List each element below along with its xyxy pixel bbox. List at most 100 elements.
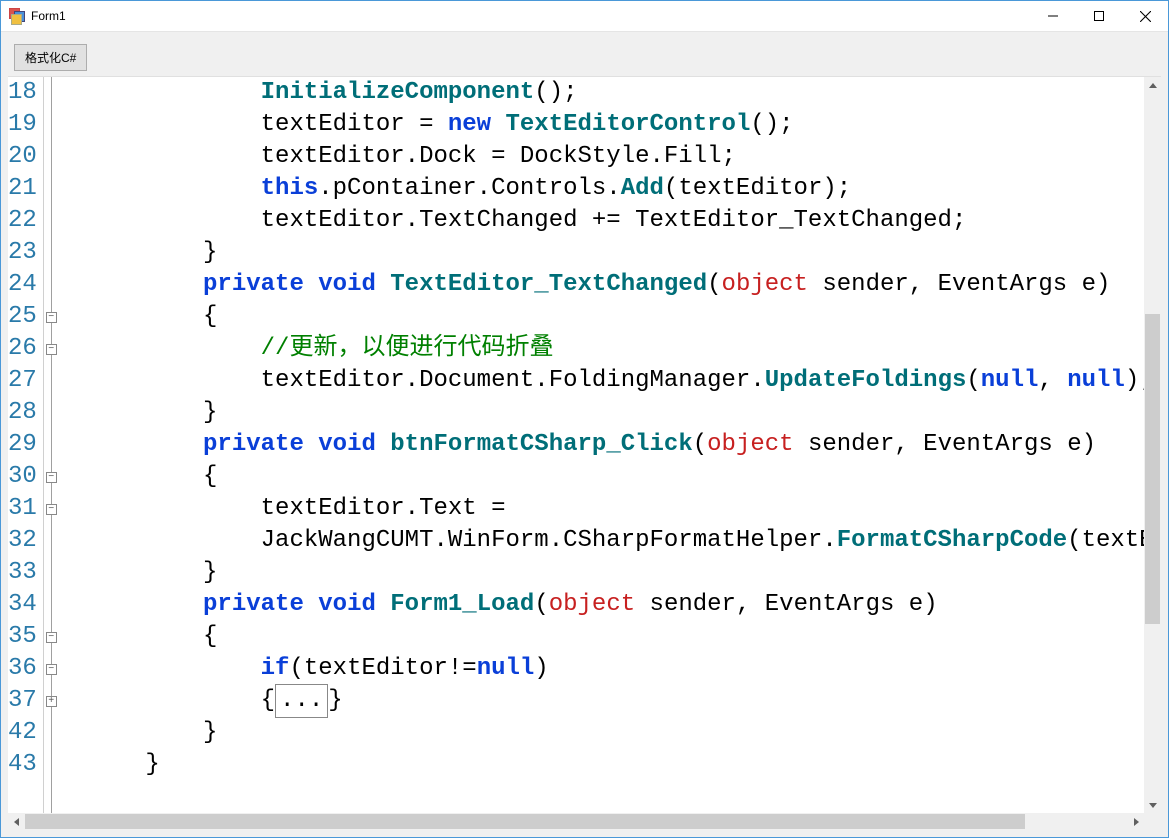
code-token: FormatCSharpCode bbox=[837, 525, 1067, 557]
code-token: private bbox=[203, 589, 304, 621]
fold-marker[interactable]: − bbox=[46, 344, 57, 355]
app-icon bbox=[9, 8, 25, 24]
line-number: 22 bbox=[8, 205, 37, 237]
code-token bbox=[491, 109, 505, 141]
code-token: private bbox=[203, 429, 304, 461]
code-line[interactable]: textEditor.Text = bbox=[88, 493, 1161, 525]
code-token: TextEditor_TextChanged bbox=[390, 269, 707, 301]
fold-marker[interactable]: − bbox=[46, 664, 57, 675]
line-number: 29 bbox=[8, 429, 37, 461]
code-token bbox=[376, 589, 390, 621]
code-editor[interactable]: 1819202122232425262728293031323334353637… bbox=[8, 77, 1161, 830]
line-number: 26 bbox=[8, 333, 37, 365]
line-number: 27 bbox=[8, 365, 37, 397]
code-token bbox=[304, 269, 318, 301]
code-line[interactable]: } bbox=[88, 717, 1161, 749]
code-token: } bbox=[203, 717, 217, 749]
code-token: InitializeComponent bbox=[261, 77, 535, 109]
fold-marker[interactable]: − bbox=[46, 472, 57, 483]
code-line[interactable]: InitializeComponent(); bbox=[88, 77, 1161, 109]
code-line[interactable]: } bbox=[88, 397, 1161, 429]
editor-container: 1819202122232425262728293031323334353637… bbox=[8, 77, 1161, 830]
close-button[interactable] bbox=[1122, 1, 1168, 31]
line-number: 32 bbox=[8, 525, 37, 557]
line-number: 25 bbox=[8, 301, 37, 333]
code-token: sender, EventArgs e) bbox=[808, 269, 1110, 301]
line-number: 24 bbox=[8, 269, 37, 301]
code-token: } bbox=[203, 557, 217, 589]
scroll-corner bbox=[1144, 813, 1161, 830]
scroll-down-arrow[interactable] bbox=[1144, 796, 1161, 813]
code-token: Form1_Load bbox=[390, 589, 534, 621]
horizontal-scroll-thumb[interactable] bbox=[25, 814, 1025, 829]
minimize-button[interactable] bbox=[1030, 1, 1076, 31]
code-token: (textEditor); bbox=[664, 173, 851, 205]
fold-marker[interactable]: − bbox=[46, 312, 57, 323]
maximize-button[interactable] bbox=[1076, 1, 1122, 31]
code-token: sender, EventArgs e) bbox=[635, 589, 937, 621]
code-line[interactable]: { bbox=[88, 461, 1161, 493]
code-line[interactable]: private void TextEditor_TextChanged(obje… bbox=[88, 269, 1161, 301]
vertical-scrollbar[interactable] bbox=[1144, 77, 1161, 813]
code-token: UpdateFoldings bbox=[765, 365, 967, 397]
code-token: this bbox=[261, 173, 319, 205]
line-number: 35 bbox=[8, 621, 37, 653]
fold-marker[interactable]: − bbox=[46, 632, 57, 643]
code-line[interactable]: } bbox=[88, 749, 1161, 781]
code-token: , bbox=[1038, 365, 1067, 397]
code-token: { bbox=[203, 461, 217, 493]
code-line[interactable]: } bbox=[88, 557, 1161, 589]
format-csharp-button[interactable]: 格式化C# bbox=[14, 44, 87, 71]
code-line[interactable]: if(textEditor!=null) bbox=[88, 653, 1161, 685]
code-line[interactable]: private void Form1_Load(object sender, E… bbox=[88, 589, 1161, 621]
code-token: object bbox=[549, 589, 635, 621]
line-number: 34 bbox=[8, 589, 37, 621]
scroll-left-arrow[interactable] bbox=[8, 813, 25, 830]
horizontal-scrollbar[interactable] bbox=[8, 813, 1144, 830]
code-token: } bbox=[203, 237, 217, 269]
code-token: ( bbox=[693, 429, 707, 461]
code-token bbox=[304, 429, 318, 461]
fold-marker[interactable]: − bbox=[46, 504, 57, 515]
code-line[interactable]: private void btnFormatCSharp_Click(objec… bbox=[88, 429, 1161, 461]
fold-marker[interactable]: + bbox=[46, 696, 57, 707]
code-line[interactable]: { bbox=[88, 301, 1161, 333]
code-token: null bbox=[477, 653, 535, 685]
code-line[interactable]: textEditor.Dock = DockStyle.Fill; bbox=[88, 141, 1161, 173]
code-token: new bbox=[448, 109, 491, 141]
code-token: textEditor.Document.FoldingManager. bbox=[261, 365, 765, 397]
scroll-right-arrow[interactable] bbox=[1127, 813, 1144, 830]
code-token: (textEditor!= bbox=[289, 653, 476, 685]
line-number: 19 bbox=[8, 109, 37, 141]
code-token: { bbox=[203, 301, 217, 333]
code-line[interactable]: textEditor.TextChanged += TextEditor_Tex… bbox=[88, 205, 1161, 237]
code-token: textEditor.Text = bbox=[261, 493, 520, 525]
code-line[interactable]: textEditor = new TextEditorControl(); bbox=[88, 109, 1161, 141]
line-number: 42 bbox=[8, 717, 37, 749]
code-line[interactable]: {...} bbox=[88, 685, 1161, 717]
code-line[interactable]: } bbox=[88, 237, 1161, 269]
code-line[interactable]: { bbox=[88, 621, 1161, 653]
code-token: ... bbox=[275, 684, 328, 718]
code-token: } bbox=[145, 749, 159, 781]
line-number: 30 bbox=[8, 461, 37, 493]
code-token: ( bbox=[534, 589, 548, 621]
titlebar: Form1 bbox=[1, 1, 1168, 32]
code-line[interactable]: JackWangCUMT.WinForm.CSharpFormatHelper.… bbox=[88, 525, 1161, 557]
vertical-scroll-thumb[interactable] bbox=[1145, 314, 1160, 624]
code-token: Add bbox=[621, 173, 664, 205]
toolbar: 格式化C# bbox=[8, 39, 1161, 77]
code-token: } bbox=[203, 397, 217, 429]
code-line[interactable]: textEditor.Document.FoldingManager.Updat… bbox=[88, 365, 1161, 397]
code-token: void bbox=[318, 429, 376, 461]
scroll-up-arrow[interactable] bbox=[1144, 77, 1161, 94]
fold-gutter[interactable]: − − − − − − + bbox=[44, 77, 88, 830]
line-number: 28 bbox=[8, 397, 37, 429]
line-number: 33 bbox=[8, 557, 37, 589]
code-line[interactable]: this.pContainer.Controls.Add(textEditor)… bbox=[88, 173, 1161, 205]
code-token: ( bbox=[707, 269, 721, 301]
code-area[interactable]: InitializeComponent(); textEditor = new … bbox=[88, 77, 1161, 830]
code-line[interactable]: //更新，以便进行代码折叠 bbox=[88, 333, 1161, 365]
code-token: textEditor.TextChanged += TextEditor_Tex… bbox=[261, 205, 967, 237]
line-number: 37 bbox=[8, 685, 37, 717]
